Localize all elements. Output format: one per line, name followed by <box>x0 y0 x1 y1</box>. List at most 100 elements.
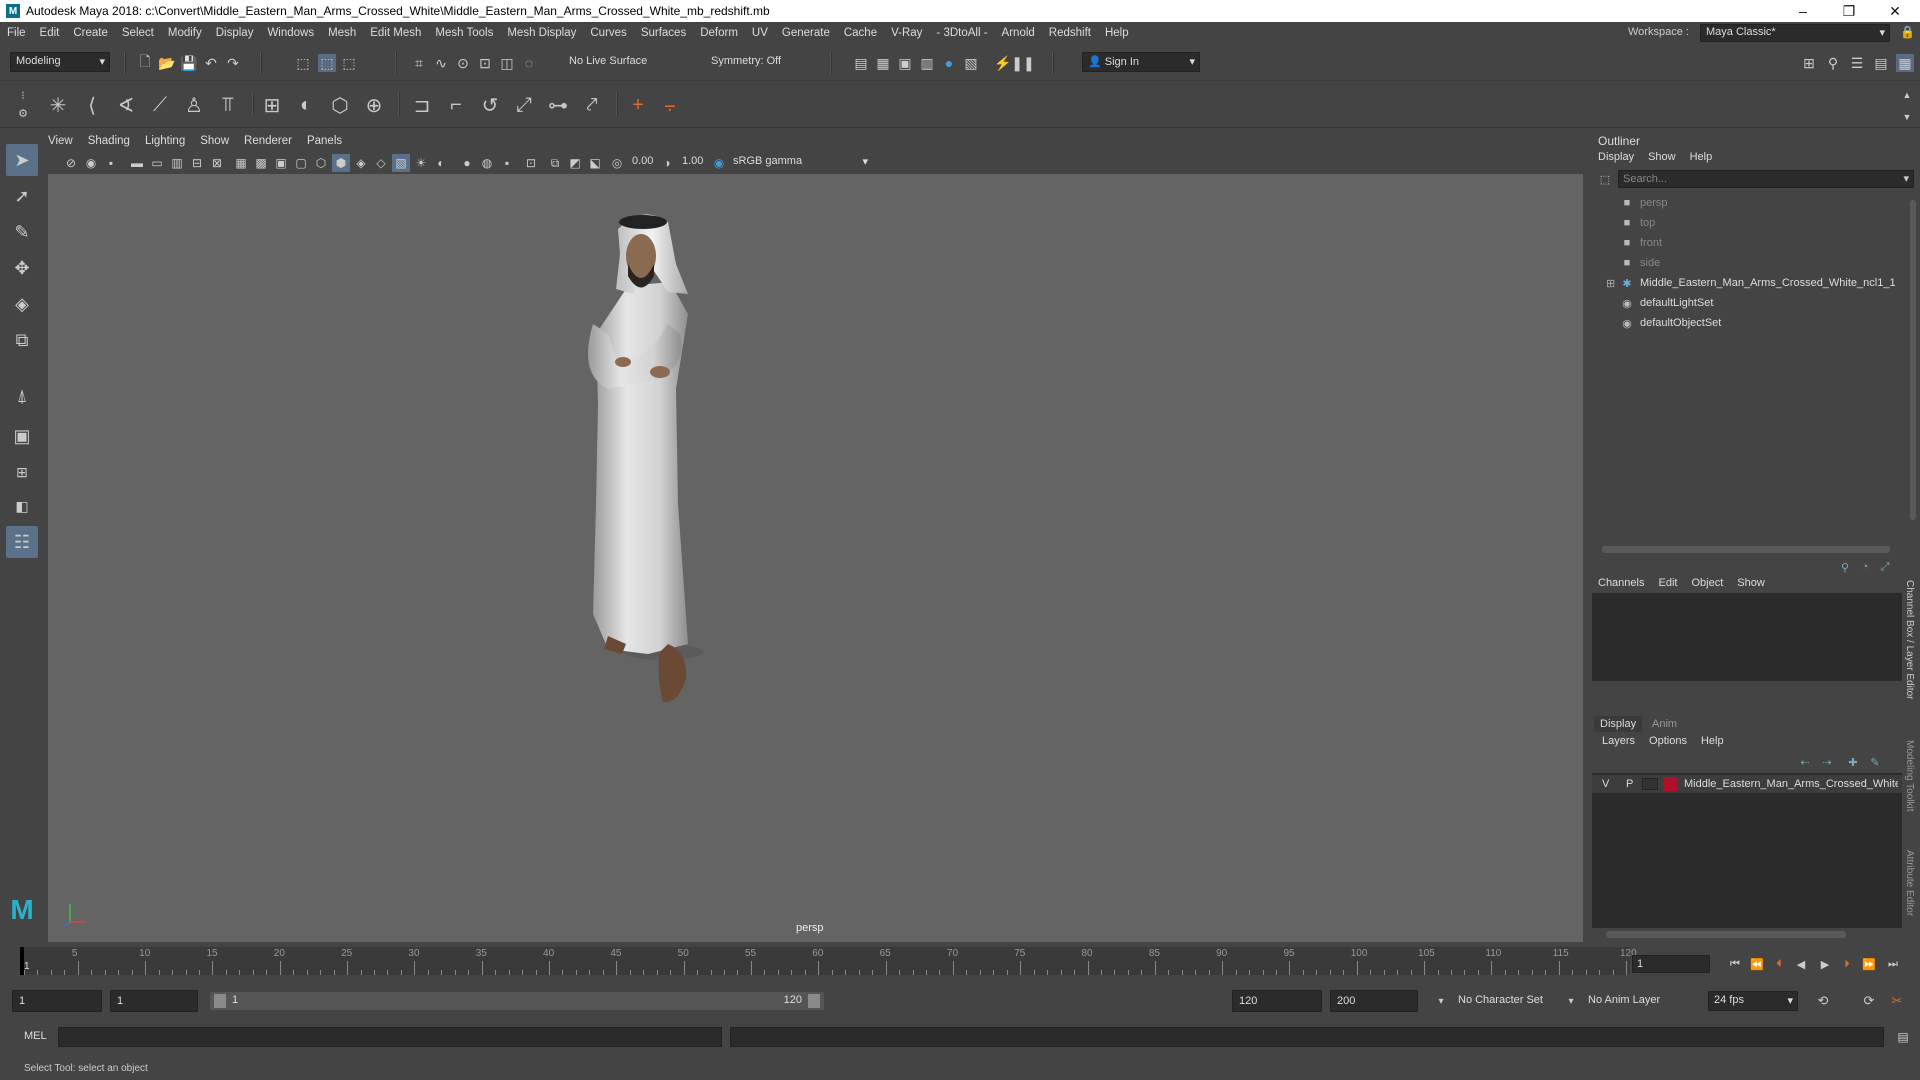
character-model[interactable] <box>48 174 1583 942</box>
lights-icon[interactable]: ☀ <box>412 154 430 172</box>
viewport-menu-panels[interactable]: Panels <box>307 135 342 151</box>
auto-key-icon[interactable]: ⟳ <box>1860 992 1878 1010</box>
paint-select-icon[interactable]: ✎ <box>6 216 38 248</box>
open-scene-icon[interactable]: 📂 <box>158 54 176 72</box>
motion-blur-icon[interactable]: ◍ <box>478 154 496 172</box>
mode-dropdown[interactable]: Modeling ▾ <box>10 52 110 72</box>
remove-icon[interactable]: ⨪ <box>656 91 684 119</box>
resolution-gate-icon[interactable]: ⊠ <box>208 154 226 172</box>
shelf-gear-icon[interactable]: ⚙ <box>14 104 32 122</box>
layer-move-up-icon[interactable]: ⇠ <box>1796 753 1814 771</box>
anim-layer-dropdown[interactable]: No Anim Layer <box>1588 994 1660 1006</box>
modeling-toolkit-icon[interactable]: ⊞ <box>1800 54 1818 72</box>
outliner-filter-icon[interactable]: ⬚ <box>1596 170 1614 188</box>
hypershade-icon[interactable]: ● <box>940 54 958 72</box>
step-forward-key-icon[interactable]: ⏩ <box>1860 955 1878 973</box>
gate-mask-icon[interactable]: ▦ <box>232 154 250 172</box>
viewport-menu-shading[interactable]: Shading <box>88 135 130 151</box>
safe-action-icon[interactable]: ▣ <box>272 154 290 172</box>
attribute-editor-icon[interactable]: ☰ <box>1848 54 1866 72</box>
four-view-icon[interactable]: ⊞ <box>6 456 38 488</box>
constraint-pole-icon[interactable]: ⤤ <box>578 91 606 119</box>
menu-v-ray[interactable]: V-Ray <box>884 27 929 39</box>
workspace-dropdown[interactable]: Maya Classic* ▾ <box>1700 24 1890 42</box>
viewport-menu-view[interactable]: View <box>48 135 73 151</box>
constraint-parent-icon[interactable]: ⊐ <box>408 91 436 119</box>
outliner-item[interactable]: ◉ defaultObjectSet <box>1620 314 1721 332</box>
add-icon[interactable]: + <box>624 91 652 119</box>
script-editor-icon[interactable]: ▤ <box>1894 1028 1912 1046</box>
rotate-tool-icon[interactable]: ◈ <box>6 288 38 320</box>
render-frame-icon[interactable]: ▦ <box>874 54 892 72</box>
range-slider[interactable]: 1 120 <box>210 992 824 1010</box>
paint-weights-icon[interactable]: ⊞ <box>258 91 286 119</box>
textured-icon[interactable]: ◇ <box>372 154 390 172</box>
animation-prefs-icon[interactable]: ✂ <box>1888 992 1906 1010</box>
new-layer-icon[interactable]: ✚ <box>1844 753 1862 771</box>
select-component-icon[interactable]: ⬚ <box>340 54 358 72</box>
expand-icon[interactable]: ⊞ <box>1606 277 1615 290</box>
constraint-point-icon[interactable]: ⌐ <box>442 91 470 119</box>
snap-grid-icon[interactable]: ⌗ <box>410 54 428 72</box>
layer-menu-layers[interactable]: Layers <box>1602 735 1635 747</box>
viewport-menu-lighting[interactable]: Lighting <box>145 135 185 151</box>
constraint-scale-icon[interactable]: ⤢ <box>510 91 538 119</box>
last-tool-icon[interactable]: ⍋ <box>6 380 38 412</box>
menu-deform[interactable]: Deform <box>693 27 745 39</box>
layer-menu-options[interactable]: Options <box>1649 735 1687 747</box>
menu-surfaces[interactable]: Surfaces <box>634 27 693 39</box>
character-controls-icon[interactable]: ⚲ <box>1824 54 1842 72</box>
anti-alias-icon[interactable]: ▪ <box>498 154 516 172</box>
field-chart-icon[interactable]: ▩ <box>252 154 270 172</box>
live-surface-field[interactable]: No Live Surface <box>564 53 676 73</box>
layer-visibility-toggle[interactable]: V <box>1602 778 1609 790</box>
sculpt-icon[interactable]: ◐ <box>292 91 320 119</box>
step-forward-frame-icon[interactable]: ⏵ <box>1838 955 1856 973</box>
lattice-icon[interactable]: ⬡ <box>326 91 354 119</box>
cluster-icon[interactable]: ⊕ <box>360 91 388 119</box>
step-back-key-icon[interactable]: ⏪ <box>1748 955 1766 973</box>
chevron-down-icon[interactable]: ▾ <box>1562 992 1580 1010</box>
menu-create[interactable]: Create <box>66 27 115 39</box>
snap-view-icon[interactable]: ⊡ <box>476 54 494 72</box>
maximize-button[interactable]: ❐ <box>1826 0 1872 22</box>
current-frame-field[interactable]: 1 <box>1632 955 1710 973</box>
select-tool-icon[interactable]: ➤ <box>6 144 38 176</box>
color-management-icon[interactable]: ◉ <box>710 154 728 172</box>
render-settings-icon[interactable]: ▤ <box>852 54 870 72</box>
scroll-down-icon[interactable]: ▼ <box>1898 108 1916 126</box>
close-button[interactable]: ✕ <box>1872 0 1918 22</box>
film-gate-icon[interactable]: ⊟ <box>188 154 206 172</box>
menu-file[interactable]: File <box>0 27 33 39</box>
color-space-dropdown[interactable]: sRGB gamma ▾ <box>728 153 872 173</box>
tab-anim[interactable]: Anim <box>1646 716 1683 732</box>
image-plane-icon[interactable]: ▭ <box>148 154 166 172</box>
menu-curves[interactable]: Curves <box>583 27 633 39</box>
playback-start-field[interactable]: 1 <box>110 990 198 1012</box>
layer-color-swatch[interactable] <box>1664 777 1678 791</box>
fps-dropdown[interactable]: 24 fps ▾ <box>1708 991 1798 1011</box>
shadows-icon[interactable]: ◐ <box>432 154 450 172</box>
scale-tool-icon[interactable]: ⧉ <box>6 324 38 356</box>
outliner-vscroll[interactable] <box>1908 190 1918 544</box>
sign-in-dropdown[interactable]: 👤 Sign In ▾ <box>1082 52 1200 72</box>
range-end-handle[interactable] <box>808 994 820 1008</box>
safe-title-icon[interactable]: ▢ <box>292 154 310 172</box>
loop-icon[interactable]: ⟲ <box>1814 992 1832 1010</box>
select-object-icon[interactable]: ⬚ <box>318 54 336 72</box>
tab-display[interactable]: Display <box>1594 716 1643 732</box>
outliner-layout-icon[interactable]: ☷ <box>6 526 38 558</box>
layer-hscroll[interactable] <box>1592 929 1904 939</box>
symmetry-field[interactable]: Symmetry: Off <box>706 53 806 73</box>
redshift-render-icon[interactable]: ⚡ <box>994 54 1012 72</box>
undo-icon[interactable]: ↶ <box>202 54 220 72</box>
menu-modify[interactable]: Modify <box>161 27 209 39</box>
bind-skin-icon[interactable]: ⟋ <box>146 91 174 119</box>
humanik-icon[interactable]: ♙ <box>180 91 208 119</box>
playback-end-field[interactable]: 120 <box>1232 990 1322 1012</box>
gamma-icon[interactable]: ◑ <box>658 154 676 172</box>
grid-toggle-icon[interactable]: ▥ <box>168 154 186 172</box>
select-hierarchy-icon[interactable]: ⬚ <box>294 54 312 72</box>
menu-edit[interactable]: Edit <box>33 27 67 39</box>
outliner-menu-show[interactable]: Show <box>1648 151 1676 163</box>
